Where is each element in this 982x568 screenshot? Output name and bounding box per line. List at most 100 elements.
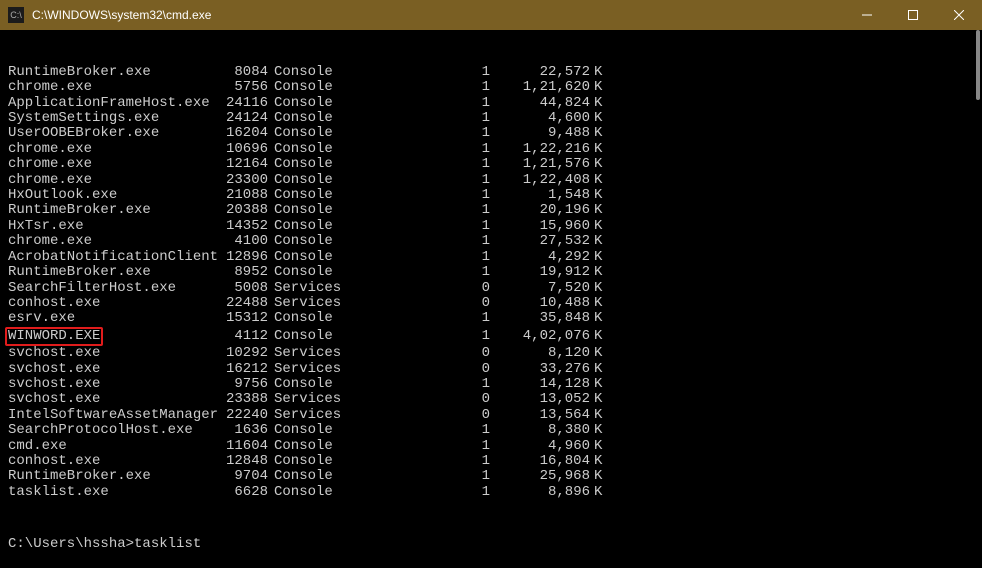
process-session-number: 1 [340,157,490,172]
process-pid: 6628 [208,485,268,500]
scrollbar-thumb[interactable] [976,30,980,100]
process-session-number: 0 [340,362,490,377]
process-pid: 8952 [208,265,268,280]
process-memory: 4,292 [490,250,590,265]
process-memory-unit: K [590,219,610,234]
process-name: HxOutlook.exe [8,188,208,203]
window-titlebar: C:\ C:\WINDOWS\system32\cmd.exe [0,0,982,30]
process-session-number: 1 [340,111,490,126]
process-pid: 21088 [208,188,268,203]
process-name: RuntimeBroker.exe [8,265,208,280]
process-name: esrv.exe [8,311,208,326]
process-pid: 4112 [208,329,268,344]
process-memory-unit: K [590,423,610,438]
process-name: UserOOBEBroker.exe [8,126,208,141]
process-row: HxOutlook.exe21088Console11,548K [8,188,974,203]
process-row: UserOOBEBroker.exe16204Console19,488K [8,126,974,141]
minimize-button[interactable] [844,0,890,30]
process-session-name: Services [268,346,340,361]
process-session-number: 1 [340,423,490,438]
process-memory: 27,532 [490,234,590,249]
process-name: chrome.exe [8,173,208,188]
process-memory-unit: K [590,377,610,392]
process-session-number: 1 [340,188,490,203]
process-memory: 44,824 [490,96,590,111]
process-session-number: 1 [340,485,490,500]
process-row: RuntimeBroker.exe9704Console125,968K [8,469,974,484]
process-session-number: 1 [340,439,490,454]
terminal-output[interactable]: RuntimeBroker.exe8084Console122,572Kchro… [0,30,982,512]
process-row: esrv.exe15312Console135,848K [8,311,974,326]
process-memory: 22,572 [490,65,590,80]
process-name: conhost.exe [8,454,208,469]
process-memory-unit: K [590,439,610,454]
process-pid: 4100 [208,234,268,249]
process-name: WINWORD.EXE [8,327,208,346]
prompt-path: C:\Users\hssha> [8,536,134,552]
process-memory: 10,488 [490,296,590,311]
process-pid: 10696 [208,142,268,157]
process-session-name: Console [268,377,340,392]
process-name: cmd.exe [8,439,208,454]
process-memory-unit: K [590,454,610,469]
process-row: tasklist.exe6628Console18,896K [8,485,974,500]
process-session-number: 1 [340,203,490,218]
process-session-number: 1 [340,173,490,188]
process-row: svchost.exe10292Services08,120K [8,346,974,361]
process-session-name: Console [268,111,340,126]
process-memory: 1,22,408 [490,173,590,188]
prompt-command: tasklist [134,536,201,552]
process-session-name: Console [268,96,340,111]
maximize-icon [908,10,918,20]
process-session-name: Console [268,157,340,172]
process-memory: 9,488 [490,126,590,141]
process-pid: 1636 [208,423,268,438]
process-row: RuntimeBroker.exe20388Console120,196K [8,203,974,218]
process-pid: 8084 [208,65,268,80]
process-session-number: 0 [340,392,490,407]
process-session-name: Console [268,439,340,454]
process-session-name: Console [268,203,340,218]
process-session-name: Console [268,65,340,80]
process-row: SearchProtocolHost.exe1636Console18,380K [8,423,974,438]
process-memory-unit: K [590,362,610,377]
process-name: ApplicationFrameHost.exe [8,96,208,111]
process-session-name: Console [268,311,340,326]
process-session-name: Console [268,329,340,344]
process-row: chrome.exe23300Console11,22,408K [8,173,974,188]
process-memory: 8,120 [490,346,590,361]
process-session-name: Console [268,173,340,188]
process-name: conhost.exe [8,296,208,311]
process-memory: 13,564 [490,408,590,423]
process-memory: 35,848 [490,311,590,326]
process-row: HxTsr.exe14352Console115,960K [8,219,974,234]
process-session-number: 1 [340,126,490,141]
process-row: SystemSettings.exe24124Console14,600K [8,111,974,126]
process-session-name: Console [268,142,340,157]
process-name: svchost.exe [8,346,208,361]
process-pid: 5756 [208,80,268,95]
maximize-button[interactable] [890,0,936,30]
process-session-number: 0 [340,281,490,296]
process-memory-unit: K [590,234,610,249]
process-row: chrome.exe4100Console127,532K [8,234,974,249]
process-session-number: 1 [340,265,490,280]
process-memory-unit: K [590,281,610,296]
process-row: conhost.exe12848Console116,804K [8,454,974,469]
process-memory-unit: K [590,173,610,188]
process-name: SearchProtocolHost.exe [8,423,208,438]
process-session-name: Services [268,281,340,296]
close-button[interactable] [936,0,982,30]
process-session-number: 1 [340,234,490,249]
process-row: RuntimeBroker.exe8952Console119,912K [8,265,974,280]
process-memory-unit: K [590,296,610,311]
process-session-number: 1 [340,469,490,484]
process-memory-unit: K [590,111,610,126]
process-session-name: Console [268,250,340,265]
process-memory-unit: K [590,96,610,111]
process-session-number: 1 [340,80,490,95]
process-memory-unit: K [590,408,610,423]
process-pid: 16204 [208,126,268,141]
process-name: tasklist.exe [8,485,208,500]
process-session-name: Services [268,392,340,407]
